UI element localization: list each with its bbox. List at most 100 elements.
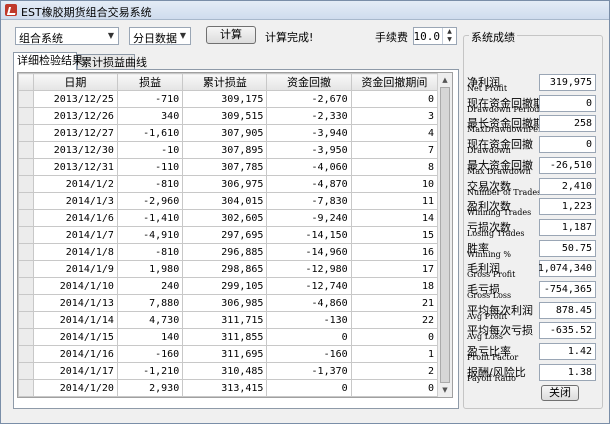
row-header[interactable] <box>18 396 34 397</box>
table-row[interactable]: 2013/12/27 -1,610 307,905 -3,940 4 <box>18 124 439 142</box>
cell-date: 2014/1/16 <box>32 345 118 363</box>
compute-button[interactable]: 计算 <box>206 26 256 44</box>
row-header[interactable] <box>18 294 34 312</box>
row-header[interactable] <box>18 141 34 159</box>
vertical-scrollbar[interactable]: ▲ ▼ <box>437 73 452 397</box>
cell-cum-pnl: 313,415 <box>182 379 268 397</box>
row-header[interactable] <box>18 90 34 108</box>
stat-value-box[interactable]: 258 <box>539 115 596 133</box>
table-row[interactable]: 2013/12/25 -710 309,175 -2,670 0 <box>18 90 439 108</box>
table-row[interactable]: 2014/1/6 -1,410 302,605 -9,240 14 <box>18 209 439 227</box>
stat-value-box[interactable]: 1,187 <box>539 218 596 236</box>
stat-value-box[interactable]: -635.52 <box>539 322 596 340</box>
stat-value-box[interactable]: 1,223 <box>539 198 596 216</box>
cell-cum-pnl: 304,015 <box>182 192 268 210</box>
stat-value-box[interactable]: 0 <box>539 136 596 154</box>
stat-value-box[interactable]: 1.38 <box>539 363 596 381</box>
row-header[interactable] <box>18 158 34 176</box>
data-select-value: 分日数据 <box>133 32 177 45</box>
cell-drawdown-period: 4 <box>350 124 439 142</box>
cell-drawdown: -4,870 <box>266 175 352 193</box>
table-row[interactable]: 2014/1/8 -810 296,885 -14,960 16 <box>18 243 439 261</box>
row-header[interactable] <box>18 379 34 397</box>
cell-cum-pnl: 307,905 <box>182 124 268 142</box>
cell-date: 2014/1/14 <box>32 311 118 329</box>
cell-drawdown: -130 <box>266 311 352 329</box>
chevron-down-icon[interactable]: ▼ <box>104 28 118 44</box>
row-header[interactable] <box>18 209 34 227</box>
spin-up-icon[interactable]: ▲ <box>443 28 456 36</box>
column-header-pnl[interactable]: 损益 <box>116 73 184 91</box>
stat-row: 报酬/风险比 Payoff Ratio 1.38 <box>467 363 601 384</box>
row-header[interactable] <box>18 277 34 295</box>
row-header[interactable] <box>18 192 34 210</box>
tab-detail-results[interactable]: 详细检验结果 <box>13 52 83 70</box>
table-row[interactable]: 2014/1/17 -1,210 310,485 -1,370 2 <box>18 362 439 380</box>
table-row[interactable]: 2014/1/213,930317,34500 <box>18 396 439 397</box>
table-row[interactable]: 2014/1/15 140 311,855 0 0 <box>18 328 439 346</box>
row-header[interactable] <box>18 328 34 346</box>
row-header[interactable] <box>18 345 34 363</box>
stat-value-box[interactable]: 1,074,340 <box>538 260 596 278</box>
table-row[interactable]: 2014/1/16 -160 311,695 -160 1 <box>18 345 439 363</box>
cell-pnl: -710 <box>116 90 184 108</box>
stat-value-box[interactable]: 50.75 <box>539 239 596 257</box>
row-header[interactable] <box>18 124 34 142</box>
results-grid[interactable]: 日期 损益 累计损益 资金回撤 资金回撤期间 2013/12/25 -710 309… <box>17 72 453 398</box>
table-row[interactable]: 2014/1/9 1,980 298,865 -12,980 17 <box>18 260 439 278</box>
table-row[interactable]: 2014/1/2 -810 306,975 -4,870 10 <box>18 175 439 193</box>
row-header[interactable] <box>18 107 34 125</box>
scroll-down-icon[interactable]: ▼ <box>438 383 452 397</box>
cell-date: 2013/12/26 <box>32 107 118 125</box>
row-header[interactable] <box>18 175 34 193</box>
stat-value-box[interactable]: 319,975 <box>539 74 596 91</box>
stat-value-box[interactable]: -754,365 <box>539 281 596 298</box>
data-select[interactable]: 分日数据 ▼ <box>129 27 191 45</box>
cell-cum-pnl: 297,695 <box>182 226 268 244</box>
table-row[interactable]: 2014/1/7 -4,910 297,695 -14,150 15 <box>18 226 439 244</box>
column-header-drawdown[interactable]: 资金回撤 <box>266 73 352 91</box>
table-row[interactable]: 2014/1/10 240 299,105 -12,740 18 <box>18 277 439 295</box>
tab-cumulative-curve[interactable]: 累计损益曲线 <box>77 54 147 70</box>
stat-value-box[interactable]: 878.45 <box>539 301 596 319</box>
fee-spinner[interactable]: 10.0 ▲ ▼ <box>413 27 457 45</box>
cell-cum-pnl: 309,515 <box>182 107 268 125</box>
spin-down-icon[interactable]: ▼ <box>443 36 456 44</box>
cell-date: 2014/1/3 <box>32 192 118 210</box>
cell-drawdown-period: 0 <box>350 328 439 346</box>
table-row[interactable]: 2014/1/14 4,730 311,715 -130 22 <box>18 311 439 329</box>
table-row[interactable]: 2013/12/26 340 309,515 -2,330 3 <box>18 107 439 125</box>
cell-pnl: -4,910 <box>116 226 184 244</box>
table-row[interactable]: 2013/12/31 -110 307,785 -4,060 8 <box>18 158 439 176</box>
table-row[interactable]: 2014/1/13 7,880 306,985 -4,860 21 <box>18 294 439 312</box>
row-header[interactable] <box>18 311 34 329</box>
spinner-buttons[interactable]: ▲ ▼ <box>442 28 456 44</box>
stat-value-box[interactable]: 0 <box>539 94 596 112</box>
cell-date: 2014/1/2 <box>32 175 118 193</box>
stat-label-en: Winning % <box>467 249 511 259</box>
cell-drawdown: -2,670 <box>266 90 352 108</box>
table-row[interactable]: 2014/1/20 2,930 313,415 0 0 <box>18 379 439 397</box>
row-header[interactable] <box>18 243 34 261</box>
row-header[interactable] <box>18 362 34 380</box>
stat-value-box[interactable]: 1.42 <box>539 343 596 361</box>
chevron-down-icon[interactable]: ▼ <box>176 28 190 44</box>
scroll-up-icon[interactable]: ▲ <box>438 73 452 87</box>
column-header-drawdown-period[interactable]: 资金回撤期间 <box>350 73 439 91</box>
row-header[interactable] <box>18 260 34 278</box>
stat-value-box[interactable]: 2,410 <box>539 177 596 195</box>
cell-cum-pnl: 307,785 <box>182 158 268 176</box>
table-row[interactable]: 2014/1/3 -2,960 304,015 -7,830 11 <box>18 192 439 210</box>
stat-value-box[interactable]: -26,510 <box>539 156 596 174</box>
row-header[interactable] <box>18 226 34 244</box>
column-header-date[interactable]: 日期 <box>32 73 118 91</box>
cell-drawdown: -14,960 <box>266 243 352 261</box>
close-button[interactable]: 关闭 <box>541 385 579 401</box>
cell-drawdown: 0 <box>266 379 352 397</box>
system-select[interactable]: 组合系统 ▼ <box>15 27 119 45</box>
column-header-cum-pnl[interactable]: 累计损益 <box>182 73 268 91</box>
stat-label-en: Profit Factor <box>467 353 519 363</box>
cell-pnl: -1,410 <box>116 209 184 227</box>
scroll-thumb[interactable] <box>440 87 450 383</box>
table-row[interactable]: 2013/12/30 -10 307,895 -3,950 7 <box>18 141 439 159</box>
